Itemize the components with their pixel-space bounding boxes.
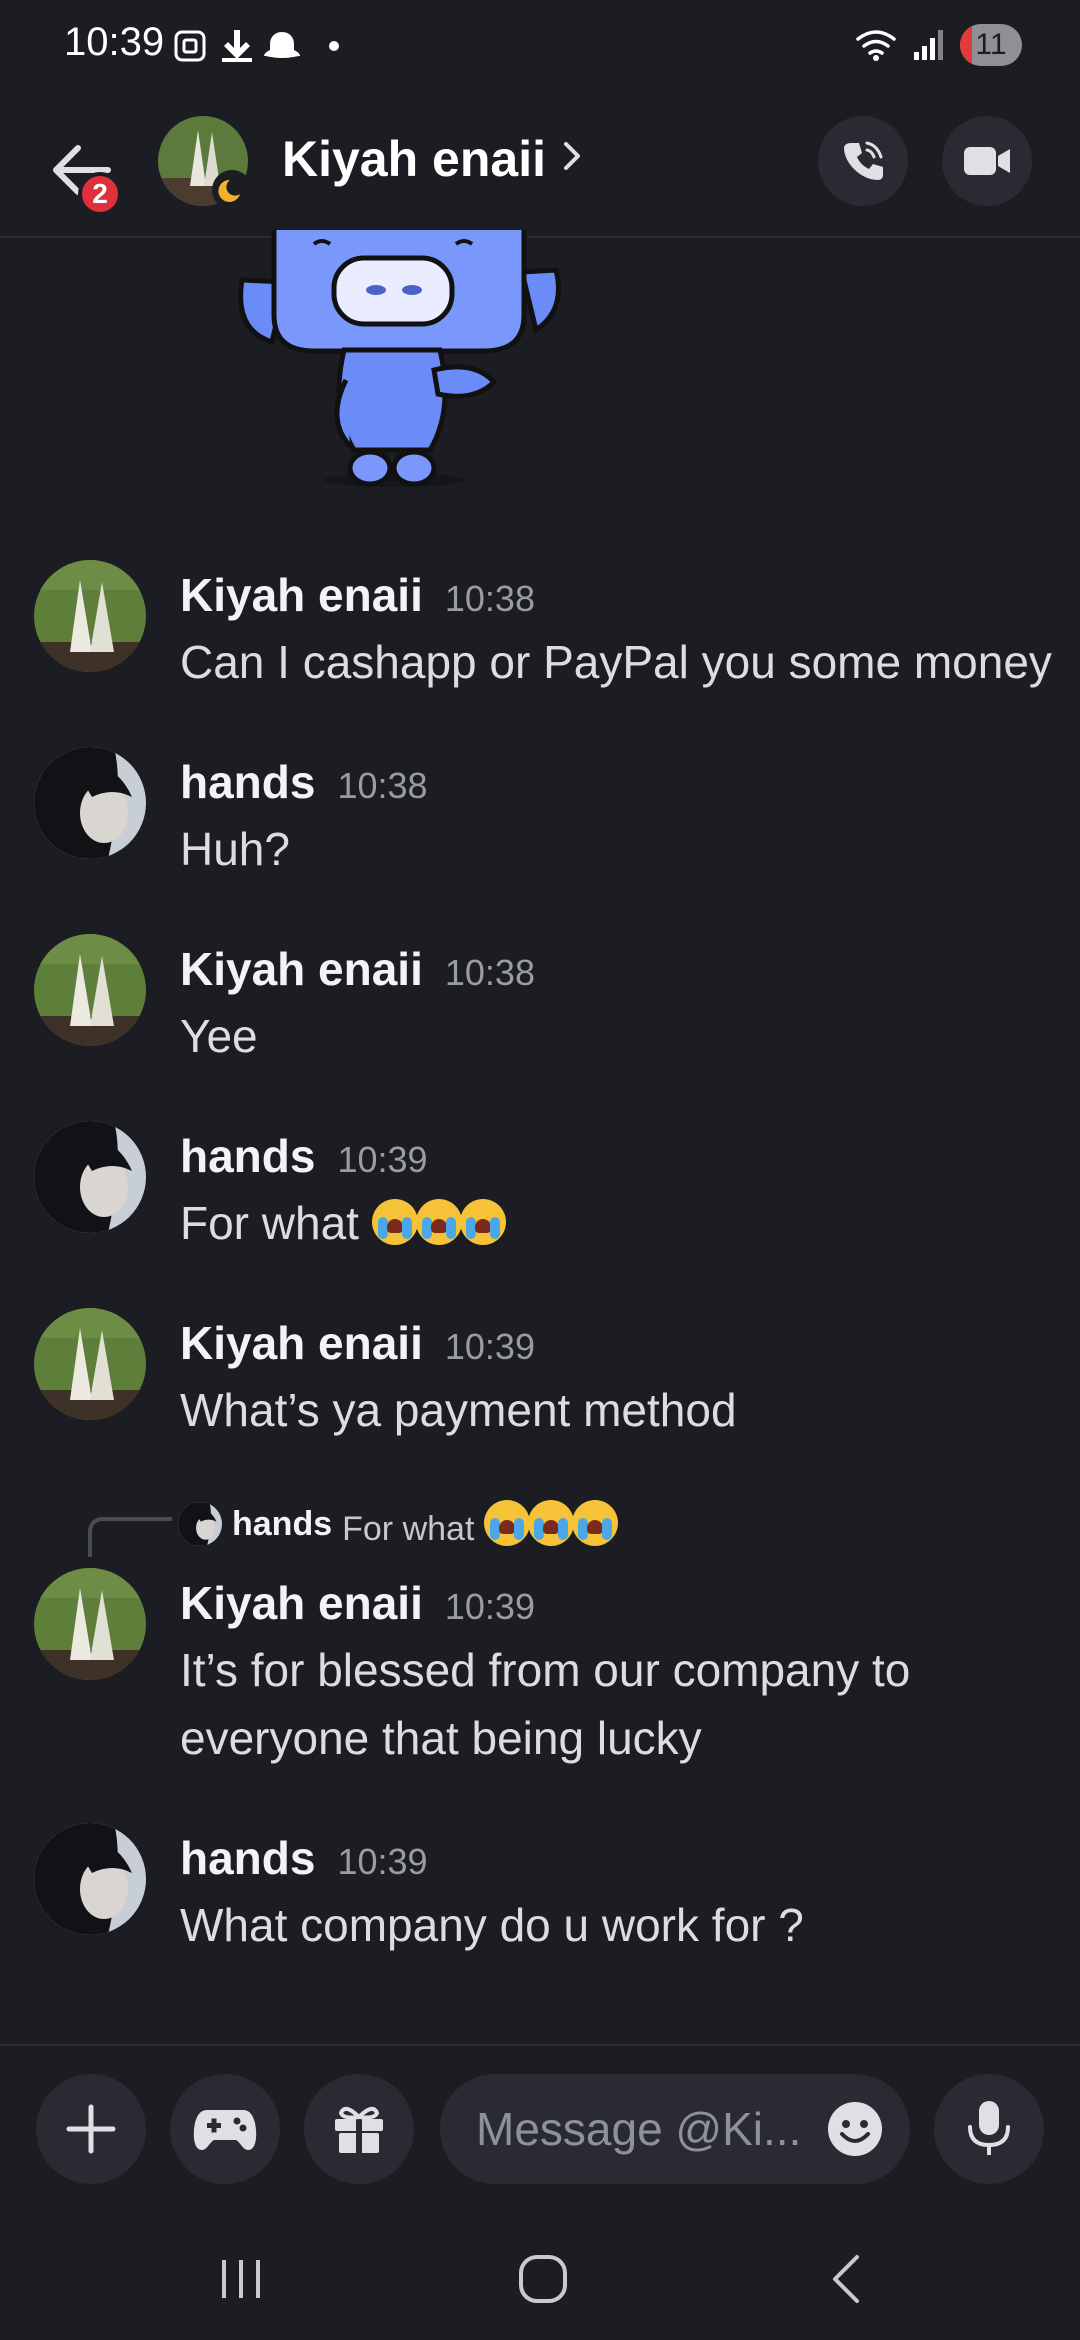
system-back-button[interactable] [800,2244,890,2314]
message-input[interactable] [440,2074,910,2184]
idle-status-icon [212,170,252,210]
recent-apps-icon [222,2260,260,2298]
status-bar: 10:39 11 [0,0,1080,96]
message-text: What company do u work for ? [180,1899,804,1951]
wifi-icon [856,30,896,61]
message-text: Yee [180,1010,258,1062]
loudly-crying-face-icon [415,1199,462,1245]
reply-connector [88,1517,172,1557]
avatar[interactable] [34,1121,146,1233]
gamepad-icon [193,2110,257,2150]
system-status-icons: 11 [854,24,1022,66]
loudly-crying-face-icon [527,1499,574,1546]
avatar [178,1502,222,1546]
message-author[interactable]: hands 10:39 [180,1831,428,1885]
home-icon [519,2255,567,2303]
avatar[interactable] [34,934,146,1046]
status-time: 10:39 [64,20,165,64]
message-timestamp: 10:38 [337,765,428,806]
message-text: It’s for blessed from our company to eve… [180,1644,911,1764]
unread-badge: 2 [78,172,122,216]
message-timestamp: 10:39 [337,1841,428,1882]
message-author[interactable]: Kiyah enaii 10:39 [180,1576,535,1630]
voice-call-button[interactable] [818,116,908,206]
chat-title[interactable]: Kiyah enaii [282,130,546,188]
chevron-right-icon[interactable] [560,138,584,174]
voice-message-button[interactable] [934,2074,1044,2184]
battery-indicator: 11 [960,24,1022,66]
message-author[interactable]: hands 10:38 [180,755,428,809]
activities-button[interactable] [170,2074,280,2184]
notification-icons [174,30,339,62]
message-text-field[interactable] [476,2098,816,2160]
message-timestamp: 10:39 [337,1139,428,1180]
back-chevron-icon [833,2255,859,2303]
message-text: Can I cashapp or PayPal you some money [180,636,1052,688]
gift-icon [335,2106,383,2153]
phone-icon [844,141,883,180]
reply-text: For what [342,1499,618,1549]
loudly-crying-face-icon [459,1199,506,1245]
avatar[interactable] [34,1823,146,1935]
message-timestamp: 10:39 [444,1586,535,1627]
emoji-picker-icon[interactable] [826,2100,884,2158]
wumpus-wave-sticker[interactable] [234,230,564,490]
chat-header: 2 Kiyah enaii [0,96,1080,238]
avatar[interactable] [34,747,146,859]
plus-icon [66,2104,116,2154]
avatar[interactable] [34,1568,146,1680]
recent-apps-button[interactable] [196,2244,286,2314]
message-author[interactable]: Kiyah enaii 10:38 [180,942,535,996]
reply-reference[interactable]: hands For what [178,1499,618,1549]
video-call-button[interactable] [942,116,1032,206]
message-author[interactable]: Kiyah enaii 10:38 [180,568,535,622]
video-camera-icon [964,147,1010,175]
message-text: What’s ya payment method [180,1384,737,1436]
message-author[interactable]: hands 10:39 [180,1129,428,1183]
message-timestamp: 10:39 [444,1326,535,1367]
message-text: For what [180,1189,1060,1257]
message-timestamp: 10:38 [444,952,535,993]
gift-button[interactable] [304,2074,414,2184]
system-navigation-bar [0,2214,1080,2340]
add-attachment-button[interactable] [36,2074,146,2184]
home-button[interactable] [498,2244,588,2314]
loudly-crying-face-icon [483,1499,530,1546]
message-composer [0,2044,1080,2214]
loudly-crying-face-icon [371,1199,418,1245]
avatar[interactable] [34,1308,146,1420]
loudly-crying-face-icon [571,1499,618,1546]
microphone-icon [968,2101,1010,2155]
message-author[interactable]: Kiyah enaii 10:39 [180,1316,535,1370]
avatar[interactable] [34,560,146,672]
message-timestamp: 10:38 [444,578,535,619]
reply-author: hands [232,1504,333,1543]
message-text: Huh? [180,823,290,875]
signal-icon [914,30,943,60]
